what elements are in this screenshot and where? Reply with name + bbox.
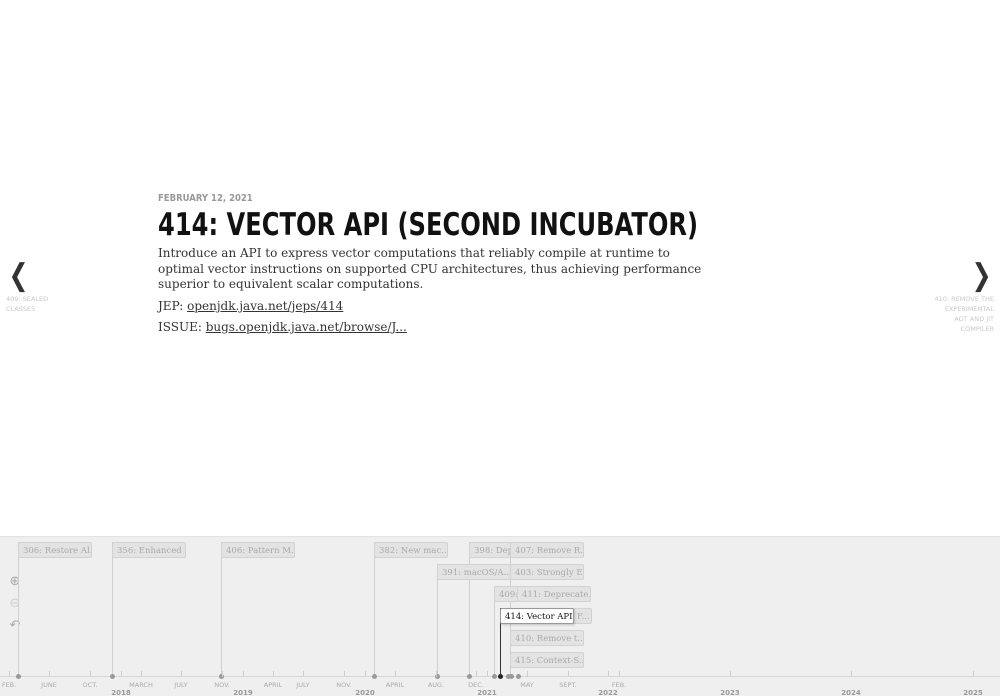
- issue-line: ISSUE: bugs.openjdk.java.net/browse/J...: [158, 320, 718, 335]
- year-label: 2020: [355, 689, 375, 697]
- timeline-marker[interactable]: 407: Remove R...: [510, 542, 584, 558]
- marker-line: [437, 564, 438, 677]
- timeline-marker[interactable]: 410: Remove t...: [510, 630, 584, 646]
- year-label: 2019: [233, 689, 253, 697]
- event-dot: [16, 674, 21, 679]
- month-label: JUNE: [41, 681, 57, 689]
- marker-line: [374, 542, 375, 677]
- marker-line: [112, 542, 113, 677]
- axis-tick: [619, 671, 620, 677]
- year-label: 2018: [111, 689, 131, 697]
- axis-tick: [395, 671, 396, 677]
- axis-tick: [243, 671, 244, 677]
- timeline-marker[interactable]: 411: Deprecate...: [517, 586, 591, 602]
- month-label: JULY: [296, 681, 310, 689]
- axis-tick: [141, 671, 142, 677]
- month-label: APRIL: [385, 681, 405, 689]
- event-dot: [110, 674, 115, 679]
- event-dot: [372, 674, 377, 679]
- axis-tick: [487, 671, 488, 677]
- timeline-marker[interactable]: 306: Restore Al...: [18, 542, 92, 558]
- event-dot: [516, 674, 521, 679]
- axis-tick: [851, 671, 852, 677]
- month-label: OCT.: [82, 681, 98, 689]
- month-label: AUG.: [427, 681, 445, 689]
- month-label: FEB.: [611, 681, 627, 689]
- axis-tick: [303, 671, 304, 677]
- year-label: 2024: [841, 689, 861, 697]
- month-label: MARCH: [129, 681, 153, 689]
- month-label: MAY: [520, 681, 534, 689]
- year-label: 2022: [598, 689, 618, 697]
- month-label: FEB.: [1, 681, 17, 689]
- slide-headline: 414: VECTOR API (SECOND INCUBATOR): [158, 207, 699, 243]
- timeline-marker[interactable]: 382: New mac...: [374, 542, 448, 558]
- axis-tick: [181, 671, 182, 677]
- year-label: 2021: [477, 689, 497, 697]
- timeline-marker[interactable]: 398: Depr: [469, 542, 511, 558]
- previous-slide-label: 409: SEALED CLASSES: [6, 295, 49, 313]
- timeline-marker[interactable]: 415: Context-S...: [510, 652, 584, 668]
- year-label: 2025: [963, 689, 983, 697]
- chevron-left-icon: ❮: [8, 258, 29, 293]
- axis-tick: [222, 671, 223, 677]
- month-label: NOV.: [214, 681, 230, 689]
- zoom-in-icon[interactable]: ⊕: [7, 574, 23, 590]
- axis-tick: [527, 671, 528, 677]
- issue-label: ISSUE:: [158, 319, 202, 334]
- jep-label: JEP:: [158, 298, 184, 313]
- axis-tick: [568, 671, 569, 677]
- next-slide-button[interactable]: ❯ 410: REMOVE THE EXPERIMENTAL AOT AND J…: [934, 258, 994, 334]
- timeline-marker[interactable]: 403: Strongly E...: [510, 564, 584, 580]
- jep-line: JEP: openjdk.java.net/jeps/414: [158, 299, 718, 314]
- event-dot: [492, 674, 497, 679]
- month-label: JULY: [174, 681, 188, 689]
- slide-content: FEBRUARY 12, 2021 414: VECTOR API (SECON…: [158, 192, 718, 335]
- axis-tick: [730, 671, 731, 677]
- year-label: 2023: [720, 689, 740, 697]
- axis-tick: [476, 671, 477, 677]
- axis-tick: [973, 671, 974, 677]
- axis-tick: [344, 671, 345, 677]
- back-to-start-icon[interactable]: ↶: [7, 618, 23, 634]
- slide-description: Introduce an API to express vector compu…: [158, 246, 702, 291]
- chevron-right-icon: ❯: [971, 258, 992, 293]
- event-dot: [467, 674, 472, 679]
- axis-tick: [365, 671, 366, 677]
- axis-tick: [9, 671, 10, 677]
- timeline-marker[interactable]: 391: macOS/A...: [437, 564, 511, 580]
- timeline-marker[interactable]: 406: Pattern M...: [221, 542, 295, 558]
- previous-slide-button[interactable]: ❮ 409: SEALED CLASSES: [6, 258, 66, 314]
- axis-tick: [436, 671, 437, 677]
- jep-link[interactable]: openjdk.java.net/jeps/414: [187, 299, 343, 313]
- axis-tick: [121, 671, 122, 677]
- month-label: SEPT.: [559, 681, 577, 689]
- timeline-panel: ⊕ ⊖ ↶ 306: Restore Al... 356: Enhanced .…: [0, 536, 1000, 696]
- timeline-marker[interactable]: F...: [572, 608, 592, 624]
- slide-date: FEBRUARY 12, 2021: [158, 193, 253, 204]
- month-label: APRIL: [263, 681, 283, 689]
- axis-tick: [273, 671, 274, 677]
- issue-link[interactable]: bugs.openjdk.java.net/browse/J...: [206, 320, 407, 334]
- timeline-marker[interactable]: 356: Enhanced ...: [112, 542, 186, 558]
- marker-line: [469, 542, 470, 677]
- event-dot: [509, 674, 514, 679]
- axis-tick: [90, 671, 91, 677]
- timeline-marker[interactable]: 409:: [494, 586, 518, 602]
- marker-line: [18, 542, 19, 677]
- month-label: NOV.: [336, 681, 352, 689]
- zoom-out-icon[interactable]: ⊖: [7, 596, 23, 612]
- axis-tick: [608, 671, 609, 677]
- marker-line: [221, 542, 222, 677]
- month-label: DEC.: [468, 681, 484, 689]
- axis-tick: [49, 671, 50, 677]
- next-slide-label: 410: REMOVE THE EXPERIMENTAL AOT AND JIT…: [934, 295, 994, 333]
- timeline-marker-active[interactable]: 414: Vector API...: [500, 608, 574, 624]
